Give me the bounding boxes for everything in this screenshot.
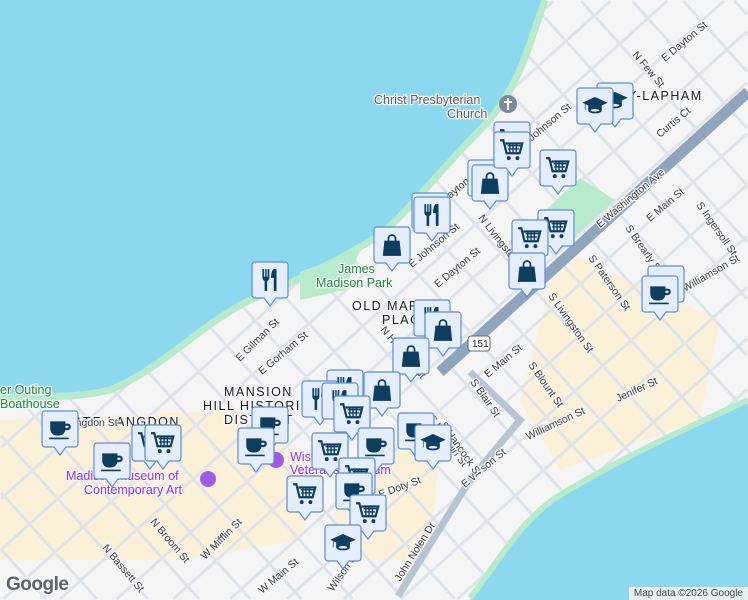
park-label: er Outing [0,383,51,397]
park-label: Madison Park [316,276,393,290]
school-marker[interactable] [576,87,614,133]
church-label-2: Church [447,107,487,121]
church-label: Christ Presbyterian [374,93,480,107]
park-label: James [338,262,375,276]
shopping-marker[interactable] [424,311,462,357]
google-logo: Google [6,574,69,595]
route-number: 151 [472,339,489,350]
map-canvas[interactable]: Christ Presbyterian Church TENNEY-LAPHAM… [0,0,748,600]
map-attribution[interactable]: Map data ©2026 Google [628,587,748,600]
museum-label-2: Contemporary Art [84,483,182,497]
street-line [733,0,748,16]
district-label: MANSION [224,385,293,399]
street-label: E Dayton St [432,245,483,290]
museum-icon[interactable] [200,471,216,487]
shopping-marker[interactable] [471,164,509,210]
shopping-marker[interactable] [373,226,411,272]
park-label: Boathouse [0,397,60,411]
